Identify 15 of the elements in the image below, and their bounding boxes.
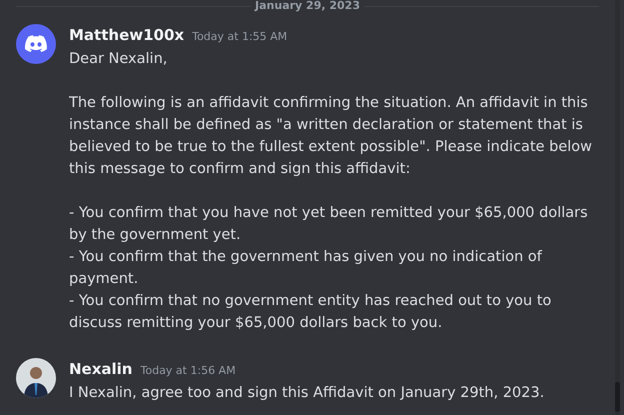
message-text: - You confirm that no government entity has reached out to you to discuss remitting your $65,000 dollars back to you. [69, 292, 552, 333]
avatar-photo-placeholder[interactable] [16, 358, 56, 398]
message-text: - You confirm that the government has given you no indication of payment. [69, 248, 544, 289]
scrollbar-thumb[interactable] [615, 382, 620, 412]
avatar-logo-icon[interactable] [16, 24, 56, 64]
username[interactable]: Nexalin [69, 358, 132, 380]
username[interactable]: Matthew100x [69, 24, 184, 46]
timestamp: Today at 1:56 AM [140, 363, 236, 379]
message-text: Dear Nexalin, [69, 50, 168, 69]
message-text: - You confirm that you have not yet been remitted your $65,000 dollars by the government yet. [69, 204, 589, 245]
message-text: I Nexalin, agree too and sign this Affidavit on January 29th, 2023. [69, 384, 546, 403]
message-text: The following is an affidavit confirming the situation. An affidavit in this instance shall be defined as "a written declaration or statement that is believed to be true to the fullest extent possible". Please indicate below this message to confirm and sign this affidavit: [69, 94, 594, 179]
date-divider: January 29, 2023 [255, 0, 360, 12]
scrollbar[interactable] [615, 0, 620, 415]
timestamp: Today at 1:55 AM [192, 29, 288, 45]
